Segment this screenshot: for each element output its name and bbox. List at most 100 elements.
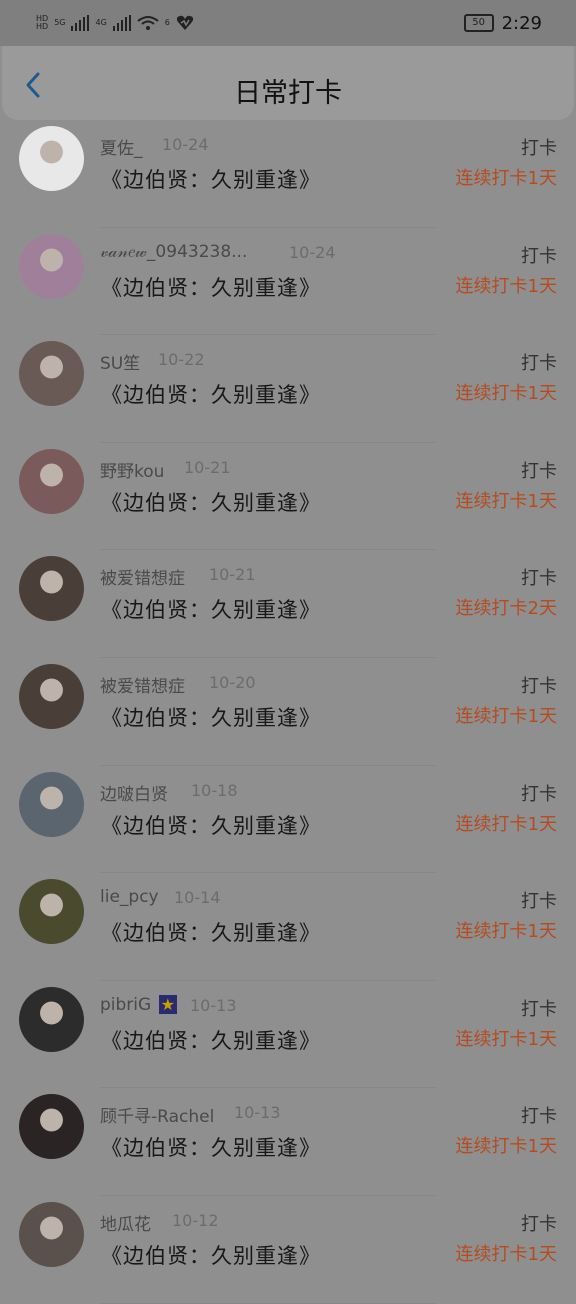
streak-label: 连续打卡1天 [455, 1136, 557, 1158]
user-name[interactable]: 地瓜花 [100, 1210, 151, 1235]
avatar[interactable] [19, 233, 84, 299]
page-title: 日常打卡 [234, 78, 342, 109]
avatar[interactable] [19, 771, 84, 837]
book-title: 《边伯贤：久别重逢》 [101, 921, 321, 946]
list-item[interactable]: pibriG ★ 10-13 《边伯贤：久别重逢》 打卡 连续打卡1天 [0, 981, 576, 1089]
streak-label: 连续打卡1天 [455, 168, 557, 189]
streak-label: 连续打卡1天 [455, 383, 557, 405]
hd-icon: HD HD [36, 14, 49, 31]
status-bar: HD HD 5G 4G 6 50 2:29 [0, 0, 576, 46]
checkin-date: 10-22 [158, 350, 205, 370]
network-5g-label: 5G [54, 18, 66, 27]
book-title: 《边伯贤：久别重逢》 [101, 168, 321, 192]
checkin-date: 10-21 [209, 565, 256, 585]
book-title: 《边伯贤：久别重逢》 [101, 1136, 321, 1161]
user-name-text: 𝓋𝒶𝓃𝑒𝓌_0943238... [100, 241, 248, 262]
user-name-text: lie_pcy [100, 887, 159, 908]
divider [100, 1302, 436, 1304]
signal-icon-2 [112, 15, 131, 31]
checkin-label: 打卡 [521, 891, 557, 913]
wifi-icon [137, 16, 159, 30]
checkin-date: 10-13 [234, 1103, 281, 1123]
checkin-list: 夏佐_ 10-24 《边伯贤：久别重逢》 打卡 连续打卡1天 𝓋𝒶𝓃𝑒𝓌_094… [0, 120, 576, 1304]
status-icons-right: 50 2:29 [463, 12, 542, 34]
list-item[interactable]: 边啵白贤 10-18 《边伯贤：久别重逢》 打卡 连续打卡1天 [0, 766, 576, 874]
checkin-label: 打卡 [521, 783, 557, 805]
checkin-label: 打卡 [521, 998, 557, 1020]
user-name-text: pibriG [100, 994, 152, 1015]
streak-label: 连续打卡1天 [455, 490, 557, 512]
avatar[interactable] [19, 126, 84, 191]
book-title: 《边伯贤：久别重逢》 [101, 275, 321, 300]
book-title: 《边伯贤：久别重逢》 [101, 598, 321, 623]
network-4g-label: 4G [95, 18, 107, 27]
streak-label: 连续打卡1天 [455, 1243, 557, 1265]
user-name[interactable]: 𝓋𝒶𝓃𝑒𝓌_0943238... [100, 242, 247, 262]
avatar[interactable] [19, 879, 84, 945]
user-name[interactable]: 边啵白贤 [100, 780, 168, 805]
checkin-date: 10-13 [190, 995, 237, 1015]
avatar[interactable] [19, 663, 84, 729]
checkin-date: 10-14 [174, 888, 221, 908]
list-item[interactable]: 野野kou 10-21 《边伯贤：久别重逢》 打卡 连续打卡1天 [0, 443, 576, 551]
signal-icon [71, 15, 90, 31]
avatar[interactable] [19, 986, 84, 1052]
list-item[interactable]: 被爱错想症 10-21 《边伯贤：久别重逢》 打卡 连续打卡2天 [0, 550, 576, 658]
user-name[interactable]: 顾千寻-Rachel [100, 1102, 214, 1127]
status-icons-left: HD HD 5G 4G 6 [36, 15, 194, 31]
list-item[interactable]: 顾千寻-Rachel 10-13 《边伯贤：久别重逢》 打卡 连续打卡1天 [0, 1088, 576, 1196]
avatar[interactable] [19, 1094, 84, 1160]
user-name[interactable]: 被爱错想症 [100, 672, 185, 697]
streak-label: 连续打卡1天 [455, 275, 557, 297]
checkin-label: 打卡 [521, 245, 557, 267]
user-name-text: 被爱错想症 [100, 676, 185, 697]
avatar[interactable] [19, 556, 84, 622]
header: 日常打卡 [2, 46, 574, 120]
checkin-label: 打卡 [521, 353, 557, 375]
list-item[interactable]: lie_pcy 10-14 《边伯贤：久别重逢》 打卡 连续打卡1天 [0, 873, 576, 981]
user-name-text: 夏佐_ [100, 139, 143, 159]
avatar[interactable] [19, 1201, 84, 1267]
user-name-text: 被爱错想症 [100, 569, 185, 590]
checkin-label: 打卡 [521, 675, 557, 697]
battery-icon: 50 [463, 14, 494, 32]
user-name-text: 边啵白贤 [100, 784, 168, 805]
user-name[interactable]: SU笙 [100, 349, 140, 374]
user-name[interactable]: 野野kou [100, 457, 164, 482]
book-title: 《边伯贤：久别重逢》 [101, 1028, 321, 1053]
checkin-label: 打卡 [521, 1213, 557, 1235]
clock: 2:29 [501, 12, 542, 34]
checkin-date: 10-24 [289, 242, 336, 262]
list-item[interactable]: 地瓜花 10-12 《边伯贤：久别重逢》 打卡 连续打卡1天 [0, 1196, 576, 1304]
checkin-date: 10-20 [209, 672, 256, 692]
checkin-label: 打卡 [521, 138, 557, 159]
list-item[interactable]: 夏佐_ 10-24 《边伯贤：久别重逢》 打卡 连续打卡1天 [0, 120, 576, 228]
star-badge-icon: ★ [158, 994, 177, 1014]
wifi-6-label: 6 [164, 18, 170, 27]
heart-rate-icon [176, 15, 193, 30]
streak-label: 连续打卡1天 [455, 705, 557, 727]
avatar[interactable] [19, 448, 84, 514]
book-title: 《边伯贤：久别重逢》 [101, 490, 321, 515]
user-name[interactable]: 夏佐_ [100, 134, 143, 159]
checkin-label: 打卡 [521, 1106, 557, 1128]
book-title: 《边伯贤：久别重逢》 [101, 1243, 321, 1268]
streak-label: 连续打卡1天 [455, 1028, 557, 1050]
checkin-date: 10-12 [172, 1210, 219, 1230]
user-name-text: 野野kou [100, 461, 165, 482]
user-name[interactable]: pibriG ★ [100, 994, 177, 1015]
user-name[interactable]: 被爱错想症 [100, 564, 185, 589]
book-title: 《边伯贤：久别重逢》 [101, 705, 321, 730]
list-item[interactable]: SU笙 10-22 《边伯贤：久别重逢》 打卡 连续打卡1天 [0, 335, 576, 443]
list-item[interactable]: 被爱错想症 10-20 《边伯贤：久别重逢》 打卡 连续打卡1天 [0, 658, 576, 766]
checkin-label: 打卡 [521, 460, 557, 482]
user-name-text: 顾千寻-Rachel [100, 1107, 215, 1128]
user-name[interactable]: lie_pcy [100, 887, 159, 907]
list-item[interactable]: 𝓋𝒶𝓃𝑒𝓌_0943238... 10-24 《边伯贤：久别重逢》 打卡 连续打… [0, 228, 576, 336]
avatar[interactable] [19, 341, 84, 407]
streak-label: 连续打卡1天 [455, 813, 557, 835]
streak-label: 连续打卡1天 [455, 921, 557, 943]
checkin-date: 10-18 [191, 780, 238, 800]
checkin-date: 10-24 [162, 135, 209, 154]
user-name-text: 地瓜花 [100, 1214, 151, 1235]
